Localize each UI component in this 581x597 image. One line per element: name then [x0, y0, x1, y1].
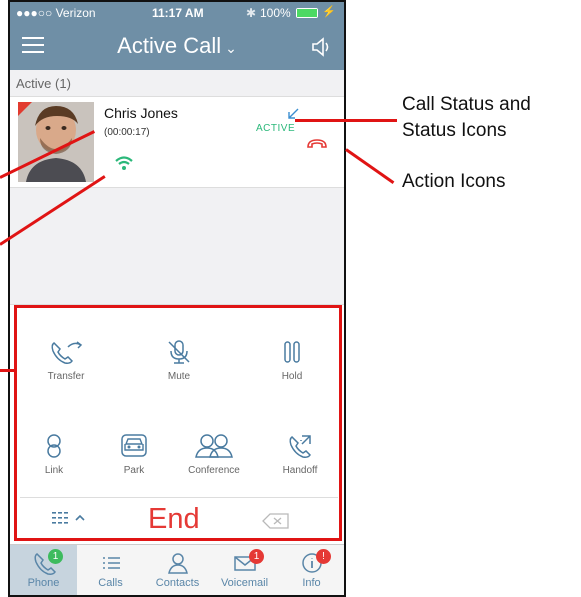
caller-name: Chris Jones	[104, 105, 178, 121]
section-label: Active (1)	[16, 76, 71, 91]
wifi-icon	[114, 155, 134, 176]
status-bar: ●●●○○ Verizon 11:17 AM ✱ 100% ⚡	[10, 2, 344, 24]
charging-icon: ⚡	[322, 6, 336, 18]
navbar: Active Call ⌄	[10, 24, 344, 70]
bluetooth-icon: ✱	[246, 6, 257, 20]
badge-alert: !	[316, 549, 331, 564]
tab-voicemail[interactable]: Voicemail 1	[211, 545, 278, 595]
controls-highlight-box	[14, 305, 342, 541]
tab-contacts[interactable]: Contacts	[144, 545, 211, 595]
battery-icon	[296, 8, 318, 18]
call-timer: (00:00:17)	[104, 127, 150, 138]
speaker-icon[interactable]	[310, 36, 334, 63]
page-title-text: Active Call	[117, 33, 222, 58]
badge-count: 1	[249, 549, 264, 564]
annotation-action-icons: Action Icons	[402, 171, 506, 192]
clock: 11:17 AM	[152, 6, 204, 20]
tab-label: Voicemail	[220, 577, 269, 589]
tab-label: Info	[302, 577, 321, 589]
callout-line-status	[295, 119, 397, 122]
annotation-call-status: Call Status and Status Icons	[402, 92, 531, 144]
callout-line-actions	[345, 148, 395, 184]
tab-calls[interactable]: Calls	[77, 545, 144, 595]
tab-label: Contacts	[155, 577, 200, 589]
carrier-label: ●●●○○ Verizon	[16, 6, 96, 20]
page-title[interactable]: Active Call ⌄	[10, 33, 344, 59]
battery-percent: 100%	[260, 6, 291, 20]
tab-info[interactable]: Info !	[278, 545, 344, 595]
tab-label: Calls	[98, 577, 123, 589]
chevron-down-icon: ⌄	[225, 40, 237, 56]
annotation-line-1: Call Status and	[402, 94, 531, 115]
hangup-icon[interactable]	[306, 137, 328, 155]
badge-count: 1	[48, 549, 63, 564]
callout-line-controls	[0, 369, 14, 372]
call-status: ACTIVE	[256, 123, 296, 134]
tab-bar: Phone 1 Calls Contacts Voicemail 1 Info …	[10, 544, 344, 595]
missed-corner-flag	[18, 102, 32, 116]
active-call-card[interactable]: Chris Jones (00:00:17) ACTIVE	[10, 96, 344, 188]
tab-label: Phone	[27, 577, 60, 589]
person-icon	[167, 553, 188, 574]
annotation-line-2: Status Icons	[402, 120, 507, 141]
list-icon	[102, 557, 120, 569]
tab-phone[interactable]: Phone 1	[10, 545, 77, 595]
